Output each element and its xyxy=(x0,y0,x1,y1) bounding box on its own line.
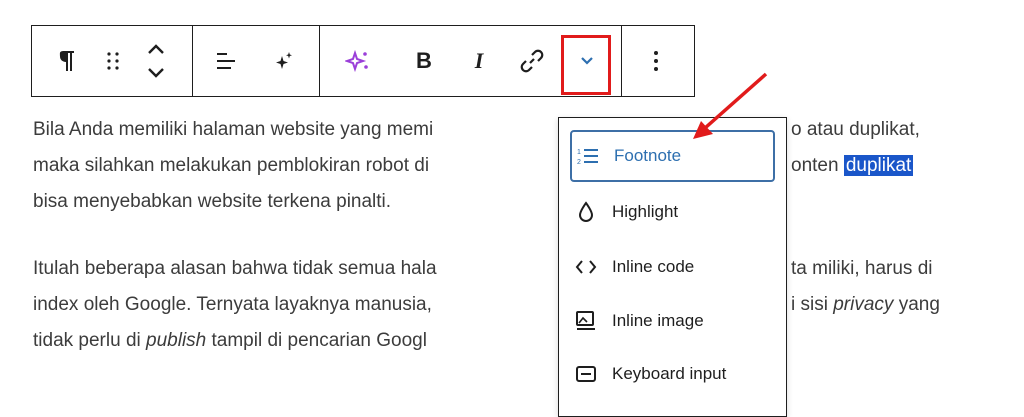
options-button[interactable] xyxy=(636,26,676,96)
drag-handle-icon xyxy=(107,52,119,70)
menu-item-inline-image[interactable]: Inline image xyxy=(570,295,775,347)
menu-item-highlight[interactable]: Highlight xyxy=(570,186,775,238)
ai-assist-icon xyxy=(345,49,368,73)
menu-item-label: Highlight xyxy=(612,202,679,221)
align-icon xyxy=(217,53,235,69)
ai-sparkle-button[interactable] xyxy=(264,26,304,96)
bold-icon: B xyxy=(416,48,432,73)
footnote-icon: 1 2 xyxy=(576,144,600,168)
text-line: bisa menyebabkan website terkena pinalti… xyxy=(33,191,392,212)
toolbar-divider xyxy=(621,26,622,96)
bold-button[interactable]: B xyxy=(406,26,442,96)
menu-item-keyboard-input[interactable]: Keyboard input xyxy=(570,348,775,400)
move-up-down-icon xyxy=(148,44,164,78)
ai-assist-button[interactable] xyxy=(338,26,378,96)
menu-item-inline-code[interactable]: Inline code xyxy=(570,241,775,293)
svg-text:2: 2 xyxy=(577,159,581,166)
image-icon xyxy=(574,309,598,333)
keyboard-icon xyxy=(574,362,598,386)
kebab-icon xyxy=(654,51,658,71)
menu-item-label: Keyboard input xyxy=(612,364,727,383)
menu-item-label: Inline code xyxy=(612,257,695,276)
paragraph-2-tail: ta miliki, harus di i sisi privacy yang xyxy=(791,258,940,315)
rich-text-dropdown-menu: 1 2 Footnote Highlight Inline code Inlin… xyxy=(558,117,787,417)
ai-sparkle-icon xyxy=(276,52,292,69)
menu-item-label: Inline image xyxy=(612,311,704,330)
paragraph-1-tail: o atau duplikat, onten duplikat xyxy=(791,119,920,176)
chevron-highlight-box xyxy=(561,35,611,95)
move-up-down-button[interactable] xyxy=(138,26,174,96)
paragraph-icon xyxy=(59,51,74,71)
italic-button[interactable]: I xyxy=(464,26,494,96)
svg-text:1: 1 xyxy=(577,149,581,156)
paragraph-button[interactable] xyxy=(46,26,86,96)
align-button[interactable] xyxy=(206,26,246,96)
text-line: tidak perlu di publish tampil di pencari… xyxy=(33,330,427,351)
selected-text[interactable]: duplikat xyxy=(843,155,914,176)
link-button[interactable] xyxy=(512,26,552,96)
italic-icon: I xyxy=(474,48,484,73)
menu-item-label: Footnote xyxy=(614,146,682,165)
code-icon xyxy=(574,255,598,279)
drag-handle-button[interactable] xyxy=(96,26,130,96)
toolbar-divider xyxy=(192,26,193,96)
menu-item-footnote[interactable]: 1 2 Footnote xyxy=(570,130,775,182)
highlight-drop-icon xyxy=(574,200,598,224)
link-icon xyxy=(520,49,544,73)
toolbar-divider xyxy=(319,26,320,96)
